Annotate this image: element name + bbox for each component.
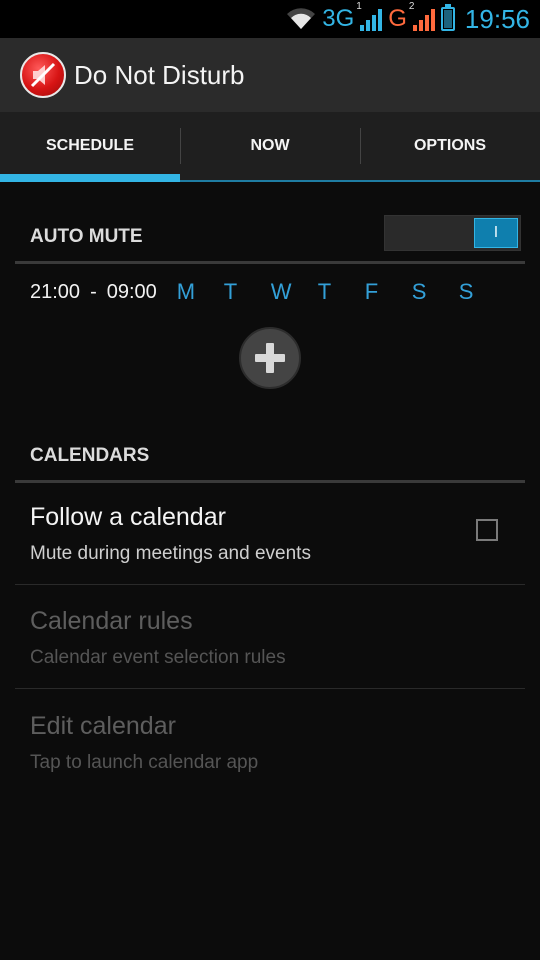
follow-calendar-summary: Mute during meetings and events (30, 543, 311, 564)
plus-icon (255, 343, 285, 373)
tab-schedule[interactable]: SCHEDULE (0, 112, 180, 182)
signal-icon: 2 (409, 1, 435, 31)
schedule-end-time[interactable]: 09:00 (107, 281, 157, 304)
status-bar: 3G 1 G 2 19:56 (0, 0, 540, 38)
battery-charging-icon (440, 4, 455, 31)
tab-now[interactable]: NOW (180, 112, 360, 180)
schedule-start-time[interactable]: 21:00 (30, 281, 80, 304)
tab-options[interactable]: OPTIONS (360, 112, 540, 180)
sim-2-label: 2 (408, 1, 415, 12)
calendars-label: CALENDARS (30, 445, 150, 466)
schedule-separator: - (90, 280, 97, 303)
calendar-rules-title: Calendar rules (30, 607, 193, 635)
edit-calendar-item: Edit calendar Tap to launch calendar app (15, 690, 525, 794)
network-type-1: 3G (322, 5, 355, 32)
wifi-icon (287, 8, 316, 29)
muted-speaker-icon[interactable] (20, 52, 66, 98)
day-thursday[interactable]: T (318, 279, 365, 305)
calendars-header: CALENDARS (15, 440, 525, 483)
edit-calendar-summary: Tap to launch calendar app (30, 752, 259, 773)
tab-bar: SCHEDULE NOW OPTIONS (0, 112, 540, 182)
day-friday[interactable]: F (365, 279, 412, 305)
day-saturday[interactable]: S (412, 279, 459, 305)
schedule-row[interactable]: 21:00 - 09:00 M T W T F S S (30, 274, 510, 310)
day-wednesday[interactable]: W (271, 279, 318, 305)
app-title: Do Not Disturb (74, 59, 245, 90)
follow-calendar-checkbox[interactable] (476, 519, 498, 541)
signal-icon: 1 (356, 1, 383, 31)
day-tuesday[interactable]: T (224, 279, 271, 305)
action-bar: Do Not Disturb (0, 38, 540, 112)
edit-calendar-title: Edit calendar (30, 712, 176, 740)
follow-calendar-item[interactable]: Follow a calendar Mute during meetings a… (15, 481, 525, 585)
day-monday[interactable]: M (177, 279, 224, 305)
add-schedule-button[interactable] (239, 327, 301, 389)
toggle-thumb: I (474, 218, 518, 248)
auto-mute-toggle[interactable]: I (384, 215, 521, 251)
status-icons: 3G 1 G 2 19:56 (286, 0, 530, 38)
sim-1-label: 1 (356, 1, 362, 12)
network-type-2: G (388, 5, 407, 32)
calendar-rules-item: Calendar rules Calendar event selection … (15, 585, 525, 689)
calendar-rules-summary: Calendar event selection rules (30, 647, 286, 668)
schedule-days: M T W T F S S (177, 279, 506, 305)
day-sunday[interactable]: S (459, 279, 506, 305)
follow-calendar-title: Follow a calendar (30, 503, 226, 531)
status-time: 19:56 (464, 3, 530, 34)
